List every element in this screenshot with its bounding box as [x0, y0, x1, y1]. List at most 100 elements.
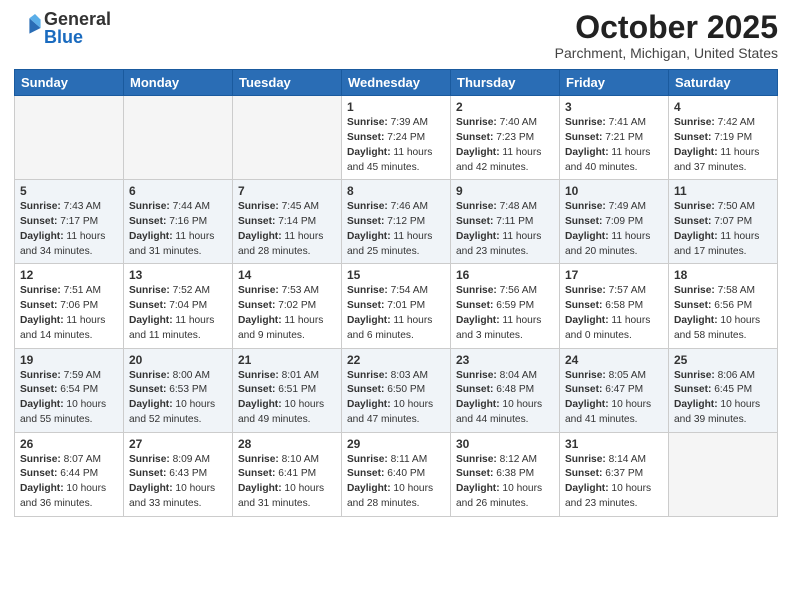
calendar-row: 19 Sunrise: 7:59 AMSunset: 6:54 PMDayligh… — [15, 348, 778, 432]
table-row: 16Sunrise: 7:56 AMSunset: 6:59 PMDayligh… — [451, 264, 560, 348]
day-number: 8 — [347, 184, 445, 198]
day-number: 6 — [129, 184, 227, 198]
table-row: 27Sunrise: 8:09 AMSunset: 6:43 PMDayligh… — [124, 432, 233, 516]
day-number: 21 — [238, 353, 336, 367]
table-row: 25 Sunrise: 8:06 AMSunset: 6:45 PMDayligh… — [669, 348, 778, 432]
day-number: 26 — [20, 437, 118, 451]
day-info: Sunrise: 7:41 AMSunset: 7:21 PMDaylight:… — [565, 116, 663, 175]
day-number: 28 — [238, 437, 336, 451]
table-row — [15, 96, 124, 180]
day-number: 3 — [565, 100, 663, 114]
day-info: Sunrise: 8:06 AMSunset: 6:45 PMDaylight:… — [674, 369, 772, 428]
table-row: 23 Sunrise: 8:04 AMSunset: 6:48 PMDayligh… — [451, 348, 560, 432]
day-info: Sunrise: 7:42 AMSunset: 7:19 PMDaylight:… — [674, 116, 772, 175]
day-number: 12 — [20, 268, 118, 282]
day-info: Sunrise: 7:54 AMSunset: 7:01 PMDaylight:… — [347, 284, 445, 343]
day-number: 30 — [456, 437, 554, 451]
day-number: 7 — [238, 184, 336, 198]
table-row: 13 Sunrise: 7:52 AMSunset: 7:04 PMDayligh… — [124, 264, 233, 348]
day-info: Sunrise: 8:10 AMSunset: 6:41 PMDaylight:… — [238, 453, 336, 512]
location: Parchment, Michigan, United States — [555, 45, 778, 61]
day-number: 15 — [347, 268, 445, 282]
table-row: 24 Sunrise: 8:05 AMSunset: 6:47 PMDayligh… — [560, 348, 669, 432]
day-number: 19 — [20, 353, 118, 367]
col-header-tuesday: Tuesday — [233, 70, 342, 96]
day-info: Sunrise: 8:07 AMSunset: 6:44 PMDaylight:… — [20, 453, 118, 512]
day-info: Sunrise: 7:49 AMSunset: 7:09 PMDaylight:… — [565, 200, 663, 259]
table-row: 17 Sunrise: 7:57 AMSunset: 6:58 PMDayligh… — [560, 264, 669, 348]
day-info: Sunrise: 7:57 AMSunset: 6:58 PMDaylight:… — [565, 284, 663, 343]
day-number: 24 — [565, 353, 663, 367]
table-row: 1Sunrise: 7:39 AMSunset: 7:24 PMDaylight… — [342, 96, 451, 180]
day-info: Sunrise: 7:50 AMSunset: 7:07 PMDaylight:… — [674, 200, 772, 259]
table-row: 19 Sunrise: 7:59 AMSunset: 6:54 PMDayligh… — [15, 348, 124, 432]
col-header-sunday: Sunday — [15, 70, 124, 96]
table-row — [233, 96, 342, 180]
table-row: 30 Sunrise: 8:12 AMSunset: 6:38 PMDayligh… — [451, 432, 560, 516]
table-row: 8Sunrise: 7:46 AMSunset: 7:12 PMDaylight… — [342, 180, 451, 264]
day-info: Sunrise: 8:12 AMSunset: 6:38 PMDaylight:… — [456, 453, 554, 512]
day-info: Sunrise: 8:05 AMSunset: 6:47 PMDaylight:… — [565, 369, 663, 428]
day-number: 11 — [674, 184, 772, 198]
day-info: Sunrise: 7:43 AMSunset: 7:17 PMDaylight:… — [20, 200, 118, 259]
table-row: 18 Sunrise: 7:58 AMSunset: 6:56 PMDayligh… — [669, 264, 778, 348]
day-info: Sunrise: 7:56 AMSunset: 6:59 PMDaylight:… — [456, 284, 554, 343]
day-info: Sunrise: 7:51 AMSunset: 7:06 PMDaylight:… — [20, 284, 118, 343]
page-header: General Blue October 2025 Parchment, Mic… — [14, 10, 778, 61]
day-number: 17 — [565, 268, 663, 282]
month-title: October 2025 — [555, 10, 778, 45]
table-row: 3 Sunrise: 7:41 AMSunset: 7:21 PMDaylight… — [560, 96, 669, 180]
day-number: 5 — [20, 184, 118, 198]
table-row — [669, 432, 778, 516]
title-block: October 2025 Parchment, Michigan, United… — [555, 10, 778, 61]
table-row — [124, 96, 233, 180]
table-row: 4 Sunrise: 7:42 AMSunset: 7:19 PMDaylight… — [669, 96, 778, 180]
day-number: 20 — [129, 353, 227, 367]
day-number: 9 — [456, 184, 554, 198]
day-info: Sunrise: 7:52 AMSunset: 7:04 PMDaylight:… — [129, 284, 227, 343]
table-row: 9Sunrise: 7:48 AMSunset: 7:11 PMDaylight… — [451, 180, 560, 264]
table-row: 11 Sunrise: 7:50 AMSunset: 7:07 PMDayligh… — [669, 180, 778, 264]
day-number: 23 — [456, 353, 554, 367]
table-row: 28 Sunrise: 8:10 AMSunset: 6:41 PMDayligh… — [233, 432, 342, 516]
day-info: Sunrise: 8:09 AMSunset: 6:43 PMDaylight:… — [129, 453, 227, 512]
col-header-wednesday: Wednesday — [342, 70, 451, 96]
table-row: 26 Sunrise: 8:07 AMSunset: 6:44 PMDayligh… — [15, 432, 124, 516]
table-row: 14 Sunrise: 7:53 AMSunset: 7:02 PMDayligh… — [233, 264, 342, 348]
calendar-row: 12 Sunrise: 7:51 AMSunset: 7:06 PMDayligh… — [15, 264, 778, 348]
day-number: 4 — [674, 100, 772, 114]
day-info: Sunrise: 8:00 AMSunset: 6:53 PMDaylight:… — [129, 369, 227, 428]
day-info: Sunrise: 7:53 AMSunset: 7:02 PMDaylight:… — [238, 284, 336, 343]
day-number: 1 — [347, 100, 445, 114]
table-row: 21 Sunrise: 8:01 AMSunset: 6:51 PMDayligh… — [233, 348, 342, 432]
day-number: 31 — [565, 437, 663, 451]
table-row: 6 Sunrise: 7:44 AMSunset: 7:16 PMDaylight… — [124, 180, 233, 264]
table-row: 31 Sunrise: 8:14 AMSunset: 6:37 PMDayligh… — [560, 432, 669, 516]
page-container: General Blue October 2025 Parchment, Mic… — [0, 0, 792, 523]
day-number: 13 — [129, 268, 227, 282]
day-info: Sunrise: 7:59 AMSunset: 6:54 PMDaylight:… — [20, 369, 118, 428]
day-number: 25 — [674, 353, 772, 367]
day-info: Sunrise: 7:45 AMSunset: 7:14 PMDaylight:… — [238, 200, 336, 259]
table-row: 12 Sunrise: 7:51 AMSunset: 7:06 PMDayligh… — [15, 264, 124, 348]
day-number: 22 — [347, 353, 445, 367]
calendar-header-row: Sunday Monday Tuesday Wednesday Thursday… — [15, 70, 778, 96]
logo: General Blue — [14, 10, 111, 46]
day-number: 29 — [347, 437, 445, 451]
table-row: 20 Sunrise: 8:00 AMSunset: 6:53 PMDayligh… — [124, 348, 233, 432]
day-info: Sunrise: 7:44 AMSunset: 7:16 PMDaylight:… — [129, 200, 227, 259]
day-number: 2 — [456, 100, 554, 114]
day-info: Sunrise: 8:04 AMSunset: 6:48 PMDaylight:… — [456, 369, 554, 428]
col-header-monday: Monday — [124, 70, 233, 96]
day-info: Sunrise: 8:11 AMSunset: 6:40 PMDaylight:… — [347, 453, 445, 512]
calendar-row: 5 Sunrise: 7:43 AMSunset: 7:17 PMDaylight… — [15, 180, 778, 264]
col-header-saturday: Saturday — [669, 70, 778, 96]
table-row: 29 Sunrise: 8:11 AMSunset: 6:40 PMDayligh… — [342, 432, 451, 516]
day-number: 14 — [238, 268, 336, 282]
day-info: Sunrise: 8:01 AMSunset: 6:51 PMDaylight:… — [238, 369, 336, 428]
day-info: Sunrise: 7:58 AMSunset: 6:56 PMDaylight:… — [674, 284, 772, 343]
logo-icon — [14, 14, 42, 42]
day-info: Sunrise: 8:14 AMSunset: 6:37 PMDaylight:… — [565, 453, 663, 512]
calendar-row: 26 Sunrise: 8:07 AMSunset: 6:44 PMDayligh… — [15, 432, 778, 516]
day-number: 18 — [674, 268, 772, 282]
